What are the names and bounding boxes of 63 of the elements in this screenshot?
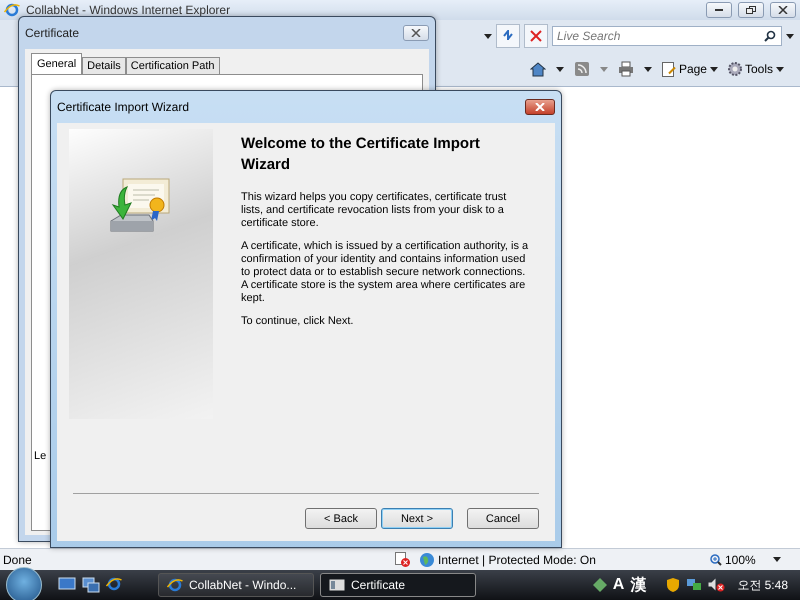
cancel-button[interactable]: Cancel (467, 508, 539, 529)
search-icon[interactable] (764, 30, 776, 42)
close-button[interactable] (770, 2, 796, 18)
tab[interactable]: Details (82, 57, 126, 74)
search-field[interactable]: Live Search (552, 26, 782, 46)
refresh-button[interactable] (496, 24, 520, 48)
taskbar-button[interactable]: Certificate (320, 573, 476, 597)
dropdown-icon[interactable] (644, 66, 652, 72)
browser-logo-icon[interactable] (167, 578, 183, 592)
start-button[interactable] (6, 567, 42, 600)
zoom-control[interactable]: 100% (710, 552, 800, 566)
stop-icon[interactable] (530, 30, 542, 42)
tab[interactable]: Certification Path (126, 57, 220, 74)
paragraph: A certificate, which is issued by a certification authority, is a confirmation of your identity and contains information used to protect data or to establish secure network connections. A certificate store is the system area where certificates are kept. (241, 240, 530, 305)
globe-icon (420, 552, 434, 566)
dropdown-icon[interactable] (710, 66, 718, 72)
browser-logo-icon (4, 3, 20, 17)
minimize-button[interactable] (706, 2, 732, 18)
window-title: CollabNet - Windows Internet Explorer (26, 3, 232, 17)
window-switch-icon[interactable] (82, 577, 100, 593)
next-button[interactable]: Next > (381, 508, 453, 529)
desktop-icon[interactable] (58, 577, 76, 591)
shield-icon[interactable] (666, 577, 680, 593)
dropdown-icon[interactable] (786, 34, 794, 38)
dialog-title: Certificate Import Wizard (57, 100, 190, 114)
dialog-title: Certificate (25, 26, 80, 40)
input-mode-indicator[interactable]: 漢 (630, 574, 646, 596)
dropdown-icon[interactable] (772, 557, 781, 562)
page-menu[interactable]: Page (662, 62, 718, 76)
restore-icon[interactable] (746, 6, 756, 14)
language-bar-icon[interactable] (592, 578, 607, 592)
feed-icon[interactable] (574, 61, 590, 77)
printer-icon[interactable] (618, 61, 634, 77)
gear-icon[interactable] (728, 62, 742, 76)
close-button[interactable] (525, 99, 555, 115)
window-icon[interactable] (329, 579, 345, 591)
paragraph: This wizard helps you copy certificates, certificate trust lists, and certificate revocation lists from your disk to a certificate store. (241, 191, 508, 230)
status-text: Done (2, 552, 33, 566)
taskbar-button[interactable]: CollabNet - Windo... (158, 573, 314, 597)
input-mode-indicator[interactable]: A (612, 576, 624, 594)
clock: 오전 5:48 (737, 576, 788, 594)
wizard-heading: Welcome to the Certificate Import Wizard (241, 134, 481, 175)
dropdown-icon[interactable] (484, 34, 492, 38)
close-icon[interactable] (778, 6, 788, 14)
browser-logo-icon[interactable] (106, 577, 122, 591)
volume-muted-icon[interactable] (708, 578, 726, 592)
network-icon[interactable] (686, 578, 702, 592)
close-button[interactable] (403, 25, 429, 41)
stop-button[interactable] (524, 24, 548, 48)
restore-button[interactable] (738, 2, 764, 18)
zoom-icon[interactable] (710, 554, 722, 566)
close-icon[interactable] (411, 29, 421, 37)
label-text: Le (34, 450, 46, 464)
dropdown-icon[interactable] (556, 66, 564, 72)
paragraph: To continue, click Next. (241, 315, 354, 328)
dropdown-icon[interactable] (776, 66, 784, 72)
tab[interactable]: General (31, 53, 82, 74)
blocked-page-icon (395, 552, 410, 567)
home-icon[interactable] (530, 61, 546, 77)
back-button[interactable]: < Back (305, 508, 377, 529)
tools-menu[interactable]: Tools (728, 62, 784, 76)
security-zone: Internet | Protected Mode: On (438, 552, 596, 566)
page-icon[interactable] (662, 62, 676, 76)
